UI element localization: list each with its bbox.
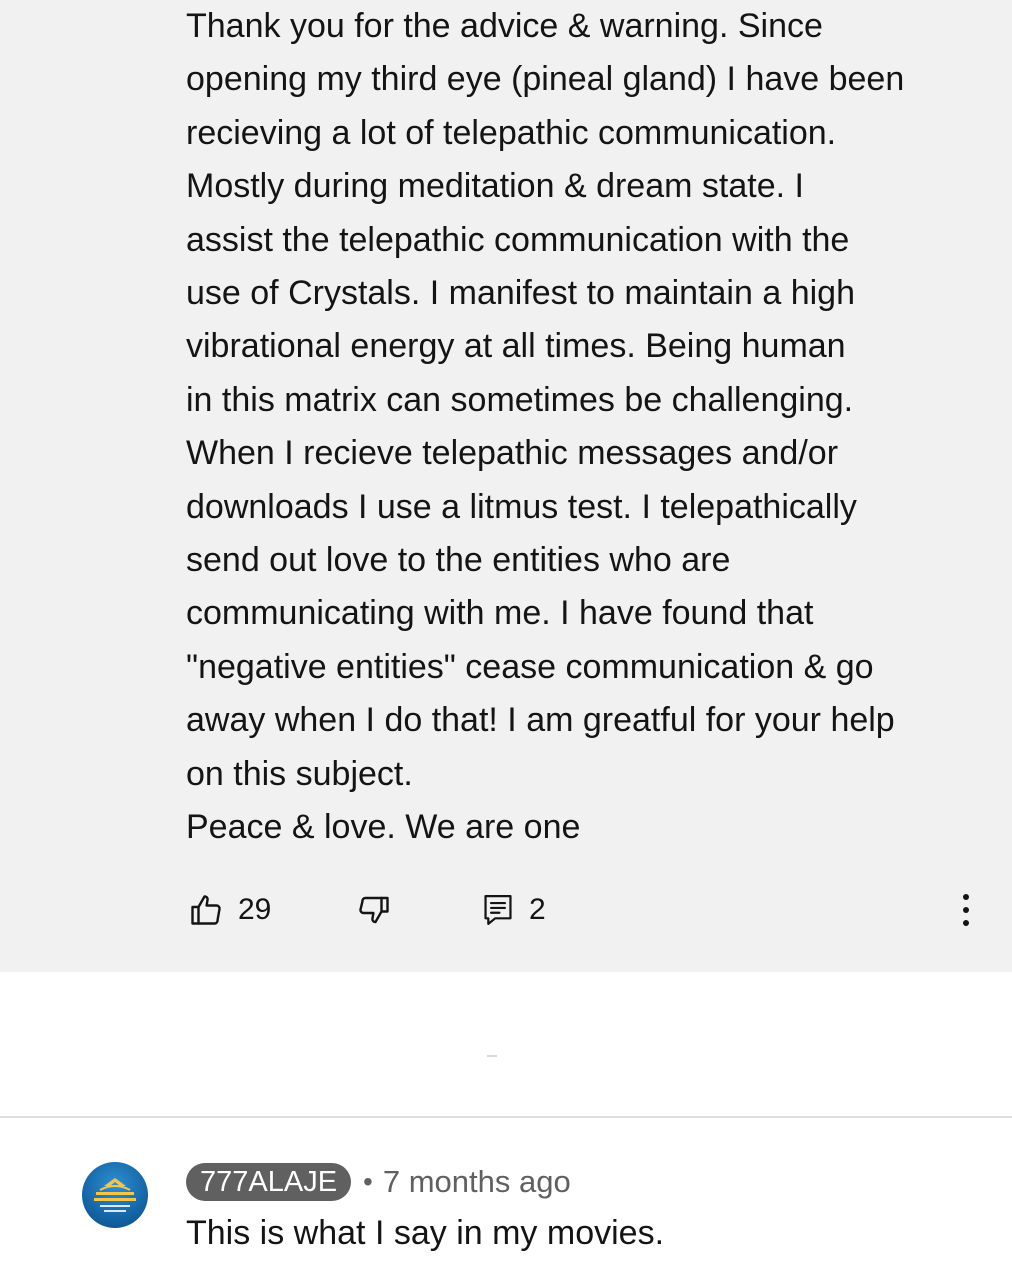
dislike-button[interactable]: [356, 880, 392, 940]
comment-line: downloads I use a litmus test. I telepat…: [186, 487, 857, 526]
comment-line: opening my third eye (pineal gland) I ha…: [186, 60, 905, 99]
like-button[interactable]: 29: [188, 880, 271, 940]
comment-line: vibrational energy at all times. Being h…: [186, 327, 846, 366]
comment-line: "negative entities" cease communication …: [186, 647, 874, 686]
comment-icon: [484, 895, 512, 925]
comment-line: Peace & love. We are one: [186, 808, 581, 847]
comment-line: in this matrix can sometimes be challeng…: [186, 380, 854, 419]
separator-dot: •: [363, 1166, 373, 1197]
more-options-button[interactable]: [952, 880, 980, 940]
comment-line: When I recieve telepathic messages and/o…: [186, 434, 839, 473]
comment-line: Thank you for the advice & warning. Sinc…: [186, 7, 823, 45]
section-divider: [0, 1116, 1012, 1118]
comment-line: assist the telepathic communication with…: [186, 220, 850, 259]
thumbs-down-icon: [359, 896, 389, 924]
comment-card: Thank you for the advice & warning. Sinc…: [0, 0, 1012, 972]
reply-count: 2: [529, 893, 546, 926]
thumbs-up-icon: [191, 895, 221, 925]
comment-line: on this subject.: [186, 754, 413, 793]
like-count: 29: [238, 893, 272, 926]
comment-line: Mostly during meditation & dream state. …: [186, 167, 804, 206]
comment-line: use of Crystals. I manifest to maintain …: [186, 274, 855, 313]
avatar-logo-icon: [94, 1178, 136, 1212]
reply-header: 777ALAJE • 7 months ago: [186, 1162, 571, 1202]
more-vertical-icon: [963, 894, 969, 926]
comment-action-bar: 29 2: [0, 880, 1012, 940]
reply-button[interactable]: 2: [481, 880, 546, 940]
avatar[interactable]: [82, 1162, 148, 1228]
comment-line: away when I do that! I am greatful for y…: [186, 701, 895, 740]
comment-line: send out love to the entities who are: [186, 541, 731, 580]
author-badge[interactable]: 777ALAJE: [186, 1163, 352, 1201]
divider-mark: [487, 1055, 497, 1057]
reply-text: This is what I say in my movies.: [186, 1214, 665, 1252]
comment-text: Thank you for the advice & warning. Sinc…: [186, 0, 986, 855]
comment-line: recieving a lot of telepathic communicat…: [186, 113, 837, 152]
timestamp[interactable]: 7 months ago: [383, 1164, 571, 1200]
comment-line: communicating with me. I have found that: [186, 594, 814, 633]
